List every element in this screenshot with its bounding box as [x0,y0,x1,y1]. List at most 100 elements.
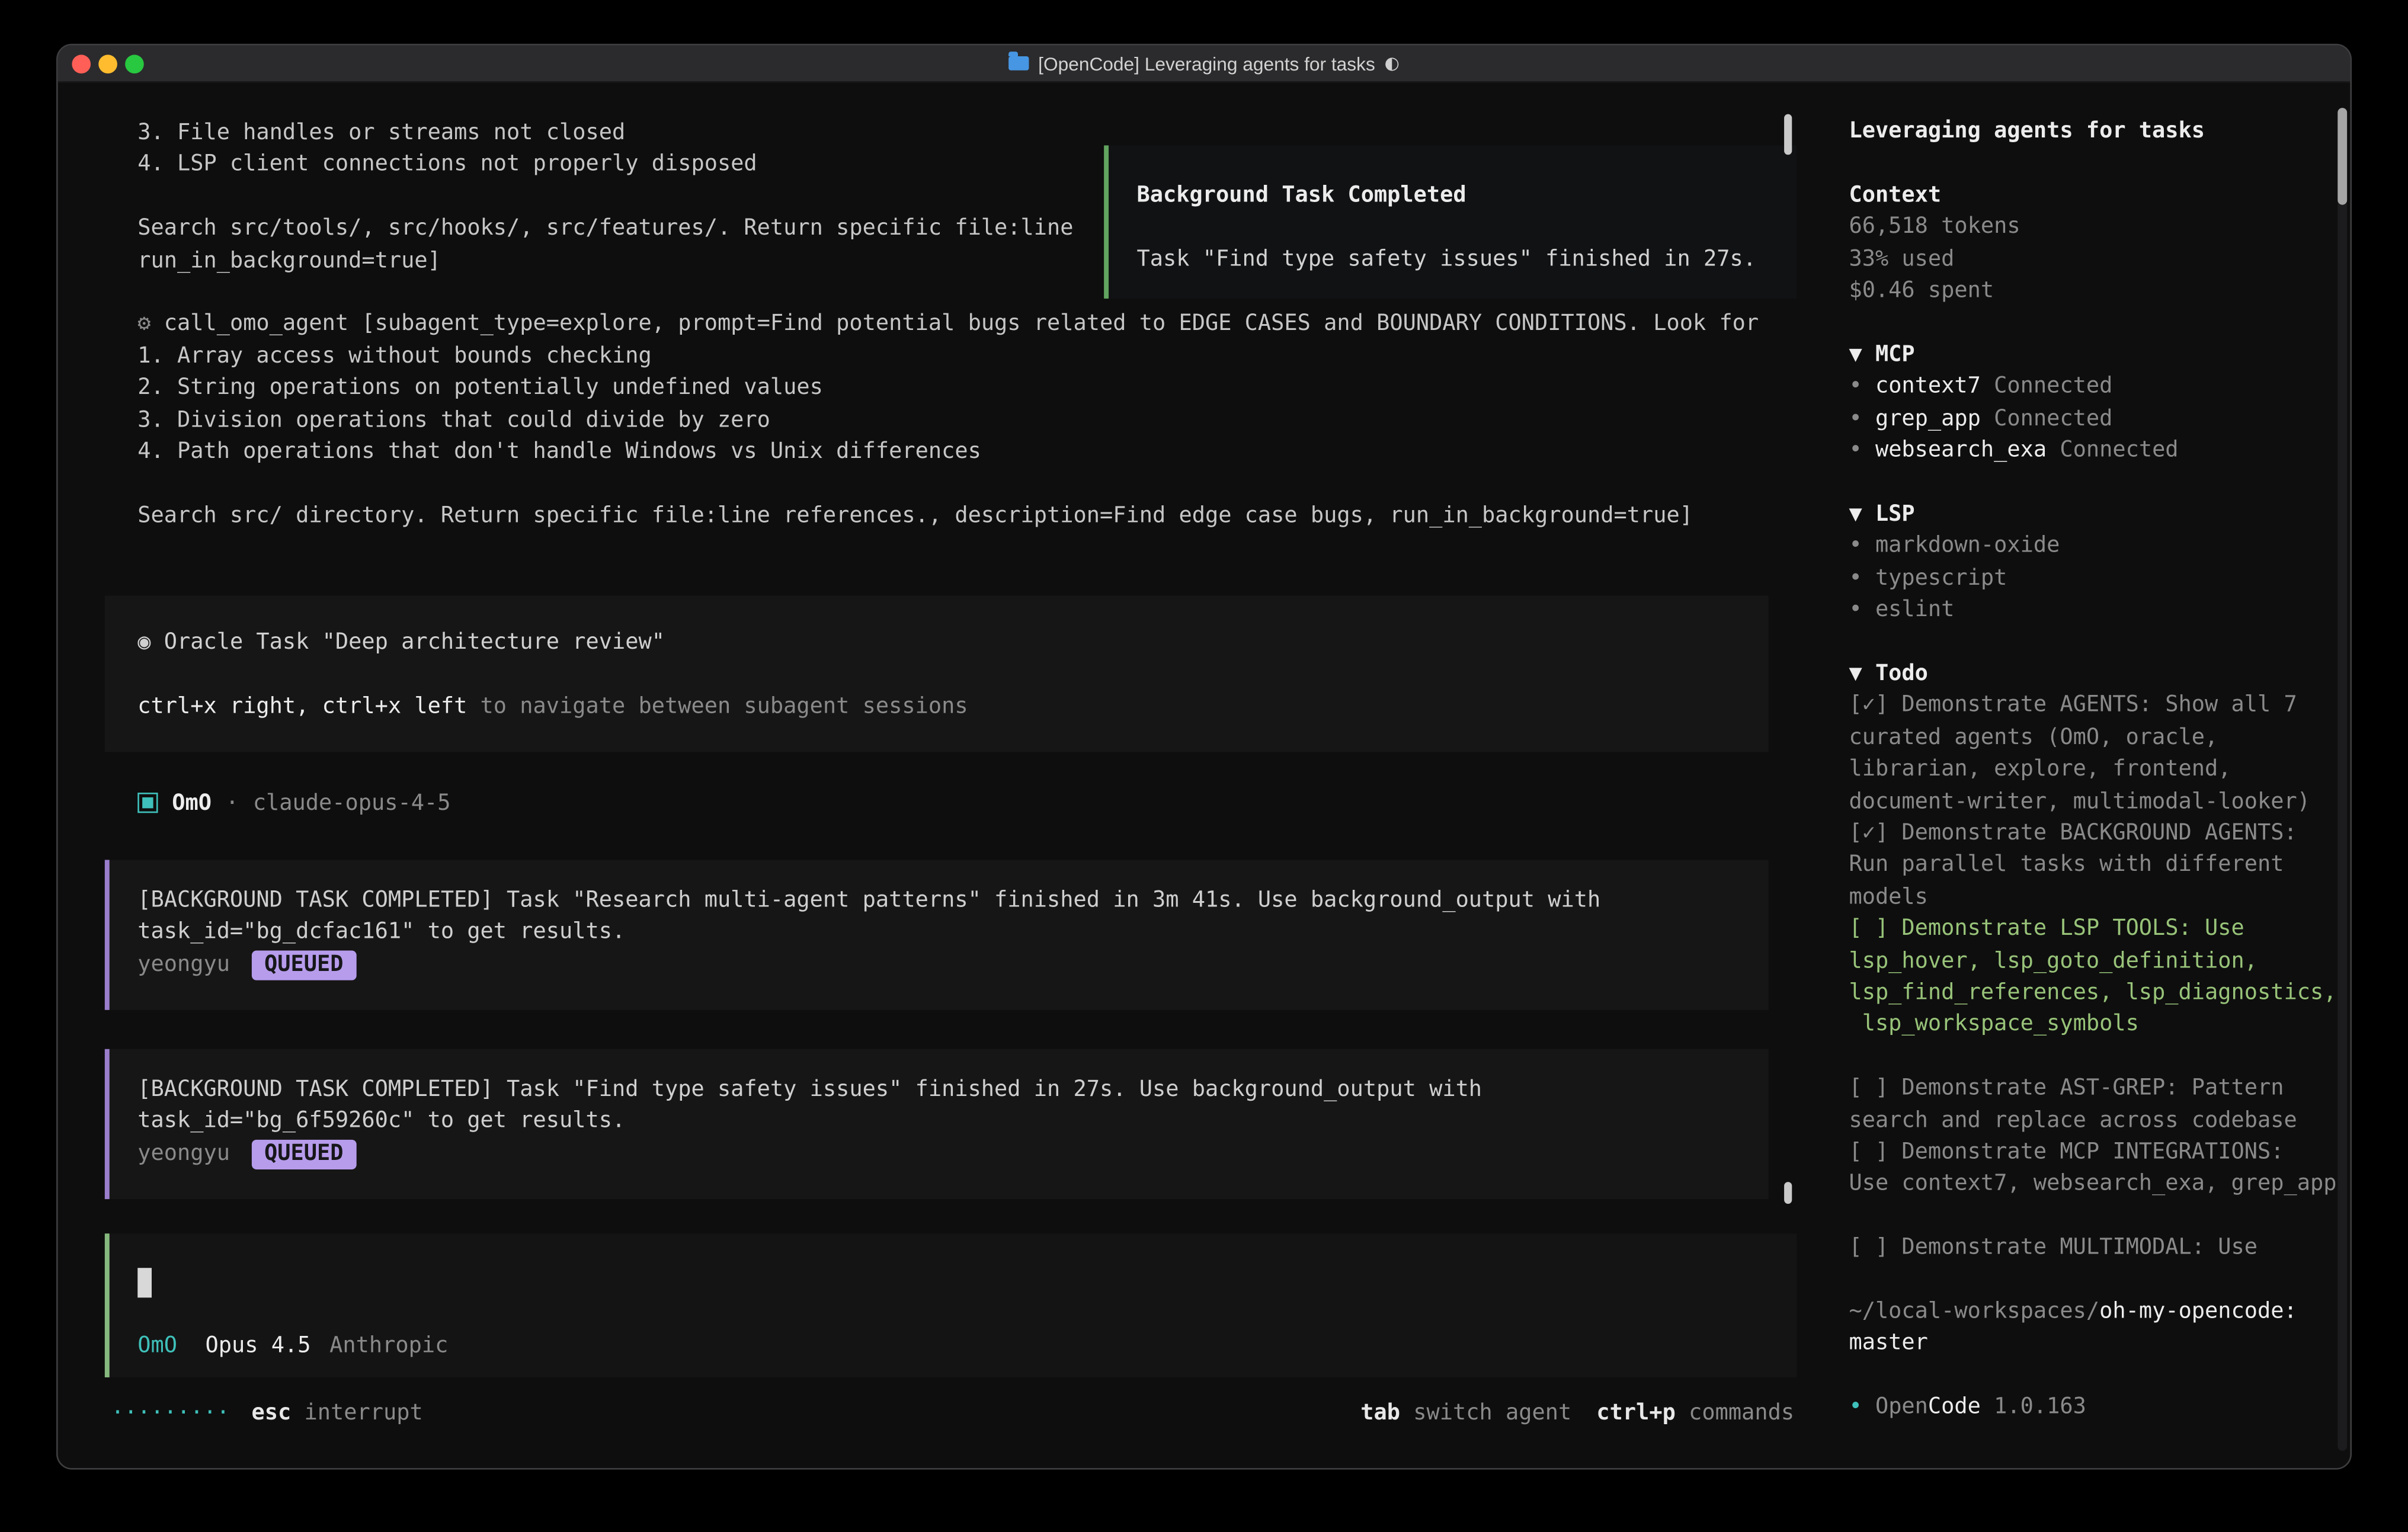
sidebar-line: models [1849,882,2350,914]
sidebar-line: search and replace across codebase [1849,1105,2350,1137]
sidebar-line: Leveraging agents for tasks [1849,116,2350,148]
status-badge: QUEUED [252,1139,356,1169]
sidebar-line: librarian, explore, frontend, [1849,754,2350,786]
agent-header: OmO · claude-opus-4-5 [137,786,450,819]
sidebar-line: lsp_hover, lsp_goto_definition, [1849,945,2350,977]
sidebar-line: [ ] Demonstrate LSP TOOLS: Use [1849,914,2350,946]
input-provider-label: Anthropic [329,1331,448,1363]
sidebar-line: • eslint [1849,594,2350,626]
transcript-line [137,468,1759,500]
zoom-window-button[interactable] [125,54,144,73]
sidebar-line [1849,307,2350,339]
sidebar-line: • markdown-oxide [1849,530,2350,562]
close-window-button[interactable] [72,54,91,73]
traffic-lights [72,54,143,73]
sidebar-line [1849,467,2350,499]
sidebar-line: 33% used [1849,243,2350,275]
sidebar-line: 66,518 tokens [1849,211,2350,243]
sidebar-line: ▼ MCP [1849,339,2350,371]
sidebar-line: [✓] Demonstrate BACKGROUND AGENTS: [1849,818,2350,850]
task-message-line1: [BACKGROUND TASK COMPLETED] Task "Resear… [137,885,1768,917]
input-meta: OmO Opus 4.5 Anthropic [137,1331,1797,1363]
sidebar-line: $0.46 spent [1849,275,2350,307]
sidebar-line: • typescript [1849,562,2350,594]
opencode-window: [OpenCode] Leveraging agents for tasks ◐… [56,44,2352,1470]
sidebar-line: • grep_app Connected [1849,403,2350,435]
sidebar-line: • OpenCode 1.0.163 [1849,1392,2350,1424]
main-scrollbar-thumb[interactable] [1785,114,1792,155]
task-user: yeongyu [137,1141,230,1166]
desktop: [OpenCode] Leveraging agents for tasks ◐… [0,0,2408,1532]
notification-title: Background Task Completed [1137,180,1797,211]
sidebar-line: [ ] Demonstrate AST-GREP: Pattern [1849,1073,2350,1105]
status-badge: QUEUED [252,950,356,980]
sidebar-line: lsp_find_references, lsp_diagnostics, [1849,977,2350,1009]
sidebar[interactable]: Leveraging agents for tasks Context66,51… [1826,83,2351,1470]
titlebar[interactable]: [OpenCode] Leveraging agents for tasks ◐ [58,46,2351,83]
sidebar-scrollbar-thumb[interactable] [2337,108,2347,205]
window-title-text: [OpenCode] Leveraging agents for tasks [1038,52,1375,74]
sidebar-line: ▼ Todo [1849,658,2350,690]
input-model-label: Opus 4.5 [205,1331,310,1363]
sidebar-scrollbar-track[interactable] [2337,108,2347,1451]
sidebar-line: ~/local-workspaces/oh-my-opencode: [1849,1296,2350,1328]
sidebar-line [1849,626,2350,658]
sidebar-line [1849,1264,2350,1296]
sidebar-line: • context7 Connected [1849,371,2350,403]
main-scrollbar-thumb-lower[interactable] [1785,1182,1792,1204]
status-right: tab switch agent ctrl+p commands [1360,1400,1794,1425]
input-agent-label: OmO [137,1331,177,1363]
status-bar: ········· esc interrupt tab switch agent… [111,1396,1794,1429]
hint-text: to navigate between subagent sessions [467,694,968,719]
task-meta: yeongyu QUEUED [137,948,1768,980]
sidebar-line: [ ] Demonstrate MCP INTEGRATIONS: [1849,1137,2350,1169]
sidebar-line: Run parallel tasks with different [1849,850,2350,882]
notification-body: Task "Find type safety issues" finished … [1137,243,1797,275]
background-task-result: [BACKGROUND TASK COMPLETED] Task "Resear… [105,860,1769,1009]
oracle-task-title: ◉ Oracle Task "Deep architecture review" [137,627,1768,659]
sidebar-line [1849,1200,2350,1232]
sidebar-content: Leveraging agents for tasks Context66,51… [1849,116,2350,1424]
window-title: [OpenCode] Leveraging agents for tasks ◐ [58,52,2351,74]
agent-separator: · [226,790,239,815]
sidebar-line: Context [1849,180,2350,211]
sidebar-line [1849,148,2350,180]
oracle-icon: ◉ [137,630,164,655]
sidebar-line: master [1849,1328,2350,1360]
background-task-notification: Background Task Completed Task "Find typ… [1104,145,1797,299]
half-circle-icon: ◐ [1385,53,1400,73]
sidebar-line: document-writer, multimodal-looker) [1849,786,2350,818]
sidebar-line: • websearch_exa Connected [1849,435,2350,467]
switch-agent-hint: tab switch agent [1360,1400,1571,1425]
oracle-task-panel: ◉ Oracle Task "Deep architecture review"… [105,595,1769,752]
commands-hint: ctrl+p commands [1596,1400,1794,1425]
prompt-input[interactable]: OmO Opus 4.5 Anthropic [105,1233,1797,1377]
sidebar-line: curated agents (OmO, oracle, [1849,722,2350,754]
hint-keys: ctrl+x right, ctrl+x left [137,694,467,719]
sidebar-line [1849,1041,2350,1073]
task-meta: yeongyu QUEUED [137,1138,1768,1170]
minimize-window-button[interactable] [98,54,117,73]
sidebar-line: Use context7, websearch_exa, grep_app [1849,1168,2350,1200]
background-task-result: [BACKGROUND TASK COMPLETED] Task "Find t… [105,1049,1769,1199]
subagent-nav-hint: ctrl+x right, ctrl+x left to navigate be… [137,691,1768,723]
spinner: ········· [111,1400,229,1425]
transcript-line: 3. Division operations that could divide… [137,405,1759,437]
transcript-line: ⚙ call_omo_agent [subagent_type=explore,… [137,309,1759,341]
sidebar-line [1849,1360,2350,1392]
agent-icon [137,793,158,813]
conversation-pane[interactable]: 3. File handles or streams not closed4. … [58,83,1826,1470]
transcript-line: Search src/ directory. Return specific f… [137,500,1759,532]
transcript-line: 1. Array access without bounds checking [137,341,1759,373]
agent-model: claude-opus-4-5 [253,790,451,815]
task-user: yeongyu [137,952,230,977]
task-message-line2: task_id="bg_6f59260c" to get results. [137,1106,1768,1138]
sidebar-line: ▼ LSP [1849,499,2350,531]
task-message-line2: task_id="bg_dcfac161" to get results. [137,917,1768,949]
agent-name: OmO [172,790,212,815]
sidebar-line: lsp_workspace_symbols [1849,1009,2350,1041]
transcript-line: 2. String operations on potentially unde… [137,373,1759,405]
interrupt-hint: esc interrupt [252,1400,423,1425]
sidebar-line: [ ] Demonstrate MULTIMODAL: Use [1849,1232,2350,1264]
transcript-line: 4. Path operations that don't handle Win… [137,436,1759,468]
